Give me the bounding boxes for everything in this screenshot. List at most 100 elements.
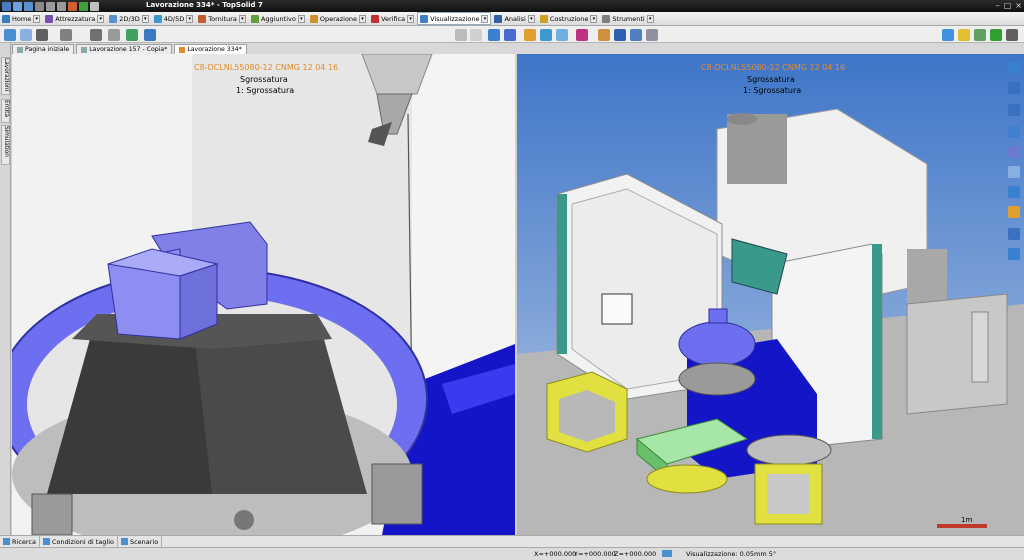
cabin-window xyxy=(601,293,633,325)
ribbon-tab-label: Tornitura xyxy=(208,14,237,23)
measure-icon[interactable] xyxy=(598,29,610,41)
ribbon-tab-strumenti[interactable]: Strumenti ▾ xyxy=(600,12,655,25)
chevron-down-icon[interactable]: ▾ xyxy=(527,14,535,23)
save-all-icon[interactable] xyxy=(24,1,33,11)
settings-view-icon[interactable] xyxy=(1008,228,1020,240)
chevron-down-icon[interactable]: ▾ xyxy=(297,14,305,23)
walk-icon[interactable] xyxy=(144,29,156,41)
bottom-tab-ricerca[interactable]: Ricerca xyxy=(0,536,40,547)
texture-icon[interactable] xyxy=(556,29,568,41)
doc-tab-home[interactable]: Pagina iniziale xyxy=(12,44,75,54)
clip-icon[interactable] xyxy=(108,29,120,41)
bottom-tab-scenario[interactable]: Scenario xyxy=(118,536,163,547)
highlight-icon[interactable] xyxy=(126,29,138,41)
zoom-icon[interactable] xyxy=(20,29,32,41)
redo-icon[interactable] xyxy=(57,1,66,11)
cube-view-icon[interactable] xyxy=(1008,186,1020,198)
chevron-down-icon[interactable]: ▾ xyxy=(481,14,489,23)
ribbon-toolbar xyxy=(0,26,1024,43)
print-icon[interactable] xyxy=(35,1,44,11)
ribbon-tab-visualizzazione[interactable]: Visualizzazione ▾ xyxy=(417,12,492,25)
section-icon[interactable] xyxy=(90,29,102,41)
ribbon-tab-aggiuntivo[interactable]: Aggiuntivo ▾ xyxy=(249,12,307,25)
arrow-up-icon[interactable] xyxy=(1008,62,1020,74)
undo-icon[interactable] xyxy=(46,1,55,11)
save-icon[interactable] xyxy=(13,1,22,11)
tool-icon[interactable] xyxy=(958,29,970,41)
cutting-conditions-icon xyxy=(42,538,50,545)
camera-icon[interactable] xyxy=(60,29,72,41)
check-icon[interactable] xyxy=(990,29,1002,41)
scale-bar xyxy=(937,524,987,528)
grid-icon[interactable] xyxy=(630,29,642,41)
ribbon-tab-2d-3d[interactable]: 2D/3D ▾ xyxy=(107,12,150,25)
ribbon-tab-operazione[interactable]: Operazione ▾ xyxy=(308,12,368,25)
chevron-down-icon[interactable]: ▾ xyxy=(33,14,41,23)
rotary-table xyxy=(678,321,756,367)
chevron-down-icon[interactable]: ▾ xyxy=(646,14,654,23)
ribbon-tab-attrezzatura[interactable]: Attrezzatura ▾ xyxy=(43,12,106,25)
fit-icon[interactable] xyxy=(1008,146,1020,158)
sphere-icon[interactable] xyxy=(488,29,500,41)
grid-view-icon[interactable] xyxy=(1006,29,1018,41)
side-tab-entita[interactable]: Entità xyxy=(1,99,10,123)
light-icon[interactable] xyxy=(540,29,552,41)
render-icon[interactable] xyxy=(524,29,536,41)
ribbon-tab-label: 4D/5D xyxy=(163,14,185,23)
snap-icon[interactable] xyxy=(662,550,672,557)
document-icon xyxy=(81,46,88,53)
zoom-window-icon[interactable] xyxy=(1008,126,1020,138)
viewport-left[interactable]: C8-DCLNL55080-12 CNMG 12 04 16 Sgrossatu… xyxy=(12,54,515,535)
maximize-icon[interactable]: □ xyxy=(1004,1,1012,10)
zoom-in-icon[interactable] xyxy=(1008,166,1020,178)
wireframe-icon[interactable] xyxy=(470,29,482,41)
chevron-down-icon[interactable]: ▾ xyxy=(407,14,415,23)
display-mode-icon[interactable] xyxy=(455,29,467,41)
chevron-down-icon[interactable]: ▾ xyxy=(141,14,149,23)
chevron-down-icon[interactable]: ▾ xyxy=(238,14,246,23)
close-icon[interactable]: × xyxy=(1015,1,1022,10)
annotate-icon[interactable] xyxy=(614,29,626,41)
shade-icon[interactable] xyxy=(36,29,48,41)
doc-tab-lavorazione-157[interactable]: Lavorazione 157 - Copia* xyxy=(76,44,173,54)
bottom-tab-condizioni[interactable]: Condizioni di taglio xyxy=(40,536,118,547)
rotate-icon[interactable] xyxy=(1008,104,1020,116)
view-icon[interactable] xyxy=(4,29,16,41)
side-tab-lavorazioni[interactable]: Lavorazioni xyxy=(1,57,10,95)
side-panel-strip: Lavorazioni Entità Simulation xyxy=(0,43,11,535)
ribbon-tab-home[interactable]: Home ▾ xyxy=(0,12,42,25)
ribbon-tab-verifica[interactable]: Verifica ▾ xyxy=(369,12,416,25)
chevron-down-icon[interactable]: ▾ xyxy=(97,14,105,23)
chevron-down-icon[interactable]: ▾ xyxy=(590,14,598,23)
side-tab-simulation[interactable]: Simulation xyxy=(1,125,10,165)
material-icon[interactable] xyxy=(576,29,588,41)
ribbon-tab-label: 2D/3D xyxy=(119,14,140,23)
ribbon-tabs: Home ▾ Attrezzatura ▾ 2D/3D ▾ 4D/5D ▾ Tornitura ▾… xyxy=(0,12,1024,26)
ribbon-tab-costruzione[interactable]: Costruzione ▾ xyxy=(538,12,600,25)
frame-icon[interactable] xyxy=(646,29,658,41)
pan-icon[interactable] xyxy=(1008,82,1020,94)
arrow-down-icon[interactable] xyxy=(1008,248,1020,260)
viewport-right[interactable]: C8-DCLNL55080-12 CNMG 12 04 16 Sgrossatu… xyxy=(517,54,1024,535)
app-menu-icon[interactable] xyxy=(2,1,11,11)
filter-icon[interactable] xyxy=(974,29,986,41)
palette-view-icon[interactable] xyxy=(1008,206,1020,218)
options-icon[interactable] xyxy=(68,1,77,11)
screen-icon[interactable] xyxy=(90,1,99,11)
palette-icon[interactable] xyxy=(942,29,954,41)
ribbon-tab-icon xyxy=(371,14,380,23)
coord-x: X=+000.000 xyxy=(534,550,577,558)
ribbon-tab-tornitura[interactable]: Tornitura ▾ xyxy=(196,12,248,25)
refresh-icon[interactable] xyxy=(79,1,88,11)
cube-icon[interactable] xyxy=(504,29,516,41)
yellow-stand-right xyxy=(746,434,832,525)
ribbon-tab-icon xyxy=(109,14,118,23)
ribbon-tab-4d-5d[interactable]: 4D/5D ▾ xyxy=(152,12,195,25)
home-icon xyxy=(17,46,23,53)
minimize-icon[interactable]: – xyxy=(996,1,1000,10)
chevron-down-icon[interactable]: ▾ xyxy=(359,14,367,23)
chevron-down-icon[interactable]: ▾ xyxy=(186,14,194,23)
ribbon-tab-analisi[interactable]: Analisi ▾ xyxy=(492,12,536,25)
clamp-left xyxy=(31,493,73,535)
doc-tab-lavorazione-334[interactable]: Lavorazione 334* xyxy=(174,44,247,54)
